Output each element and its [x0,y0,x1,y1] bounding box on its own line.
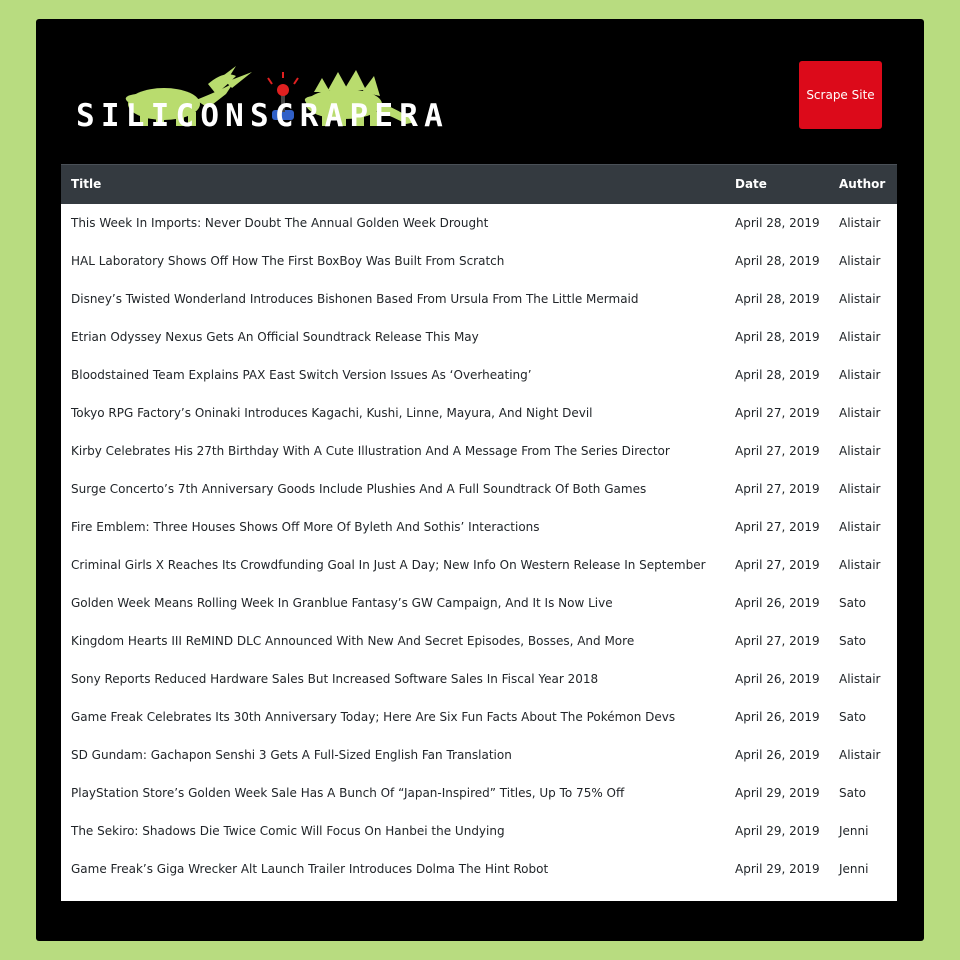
table-row: Criminal Girls X Reaches Its Crowdfundin… [61,546,897,584]
cell-title: Disney’s Twisted Wonderland Introduces B… [71,291,639,306]
column-header-author: Author [829,164,897,204]
cell-date: April 27, 2019 [735,443,820,458]
cell-author: Alistair [839,557,881,572]
table-row: This Week In Imports: Never Doubt The An… [61,204,897,242]
cell-author: Alistair [839,519,881,534]
cell-title: Sony Reports Reduced Hardware Sales But … [71,671,599,686]
table-row: Sony Reports Reduced Hardware Sales But … [61,660,897,698]
table-row: Tokyo RPG Factory’s Oninaki Introduces K… [61,394,897,432]
table-row: Kirby Celebrates His 27th Birthday With … [61,432,897,470]
table-row: Game Freak Celebrates Its 30th Anniversa… [61,698,897,736]
cell-author: Alistair [839,215,881,230]
cell-title: HAL Laboratory Shows Off How The First B… [71,253,505,268]
cell-author: Alistair [839,443,881,458]
cell-date: April 26, 2019 [735,747,820,762]
cell-author: Jenni [839,861,869,876]
cell-date: April 27, 2019 [735,519,820,534]
cell-author: Sato [839,709,867,724]
cell-date: April 26, 2019 [735,671,820,686]
cell-date: April 29, 2019 [735,785,820,800]
table-row: Surge Concerto’s 7th Anniversary Goods I… [61,470,897,508]
cell-title: Bloodstained Team Explains PAX East Swit… [71,367,532,382]
scrape-site-button[interactable]: Scrape Site [799,61,882,129]
cell-author: Sato [839,595,867,610]
cell-title: Kirby Celebrates His 27th Birthday With … [71,443,670,458]
table-row: Kingdom Hearts III ReMIND DLC Announced … [61,622,897,660]
cell-title: This Week In Imports: Never Doubt The An… [71,215,489,230]
table-body: This Week In Imports: Never Doubt The An… [61,204,897,888]
table-row: Golden Week Means Rolling Week In Granbl… [61,584,897,622]
table-row: Etrian Odyssey Nexus Gets An Official So… [61,318,897,356]
table-row: Disney’s Twisted Wonderland Introduces B… [61,280,897,318]
table-row: SD Gundam: Gachapon Senshi 3 Gets A Full… [61,736,897,774]
cell-author: Alistair [839,367,881,382]
cell-author: Alistair [839,405,881,420]
site-logo[interactable]: SILICONSCRAPERA [76,64,516,134]
table-header-row: Title Date Author [61,164,897,204]
cell-author: Jenni [839,823,869,838]
cell-title: Game Freak’s Giga Wrecker Alt Launch Tra… [71,861,549,876]
cell-date: April 29, 2019 [735,861,820,876]
cell-title: Game Freak Celebrates Its 30th Anniversa… [71,709,676,724]
cell-title: Golden Week Means Rolling Week In Granbl… [71,595,613,610]
cell-date: April 28, 2019 [735,253,820,268]
column-header-title: Title [61,164,725,204]
table-row: The Sekiro: Shadows Die Twice Comic Will… [61,812,897,850]
cell-title: The Sekiro: Shadows Die Twice Comic Will… [71,823,505,838]
cell-author: Alistair [839,671,881,686]
cell-date: April 29, 2019 [735,823,820,838]
cell-author: Alistair [839,481,881,496]
cell-date: April 28, 2019 [735,215,820,230]
cell-author: Sato [839,785,867,800]
cell-title: PlayStation Store’s Golden Week Sale Has… [71,785,625,800]
cell-author: Sato [839,633,867,648]
cell-date: April 27, 2019 [735,557,820,572]
cell-date: April 27, 2019 [735,633,820,648]
table-row: Bloodstained Team Explains PAX East Swit… [61,356,897,394]
cell-date: April 27, 2019 [735,481,820,496]
table-row: HAL Laboratory Shows Off How The First B… [61,242,897,280]
cell-title: Fire Emblem: Three Houses Shows Off More… [71,519,540,534]
cell-title: Tokyo RPG Factory’s Oninaki Introduces K… [71,405,593,420]
cell-title: Kingdom Hearts III ReMIND DLC Announced … [71,633,635,648]
cell-date: April 26, 2019 [735,709,820,724]
table-row: PlayStation Store’s Golden Week Sale Has… [61,774,897,812]
cell-author: Alistair [839,253,881,268]
cell-date: April 28, 2019 [735,291,820,306]
cell-title: Surge Concerto’s 7th Anniversary Goods I… [71,481,647,496]
table-row: Game Freak’s Giga Wrecker Alt Launch Tra… [61,850,897,888]
cell-date: April 28, 2019 [735,367,820,382]
logo-wordmark: SILICONSCRAPERA [76,98,449,134]
cell-date: April 26, 2019 [735,595,820,610]
cell-title: Etrian Odyssey Nexus Gets An Official So… [71,329,479,344]
table-row: Fire Emblem: Three Houses Shows Off More… [61,508,897,546]
column-header-date: Date [725,164,829,204]
articles-table: Title Date Author This Week In Imports: … [61,164,897,888]
cell-date: April 27, 2019 [735,405,820,420]
articles-table-container: Title Date Author This Week In Imports: … [61,164,897,901]
cell-title: Criminal Girls X Reaches Its Crowdfundin… [71,557,706,572]
cell-author: Alistair [839,329,881,344]
cell-author: Alistair [839,747,881,762]
cell-author: Alistair [839,291,881,306]
app-frame: SILICONSCRAPERA Scrape Site Title Date A… [36,19,924,941]
cell-date: April 28, 2019 [735,329,820,344]
cell-title: SD Gundam: Gachapon Senshi 3 Gets A Full… [71,747,512,762]
